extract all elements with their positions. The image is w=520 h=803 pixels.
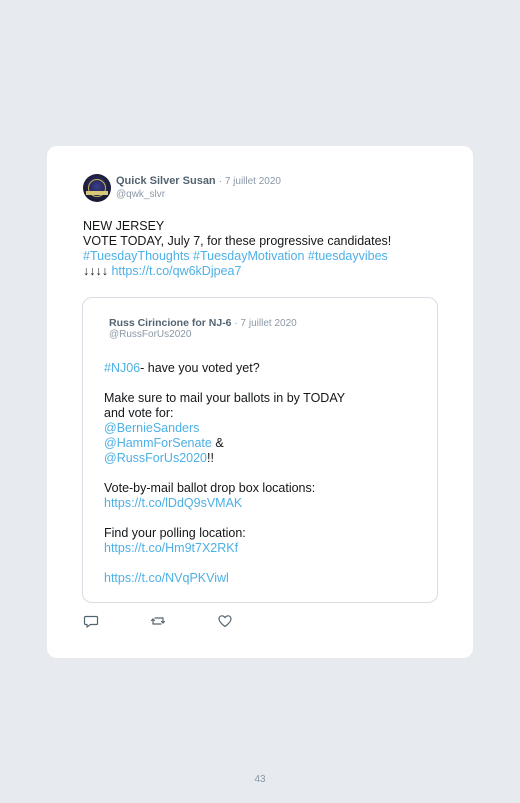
tweet-card: Quick Silver Susan · 7 juillet 2020 @qwk… bbox=[47, 146, 473, 658]
exclamation: !! bbox=[207, 451, 214, 465]
quoted-author-name[interactable]: Russ Cirincione for NJ-6 · 7 juillet 202… bbox=[109, 317, 297, 329]
tweet-text: NEW JERSEY VOTE TODAY, July 7, for these… bbox=[83, 219, 443, 279]
author-name[interactable]: Quick Silver Susan · 7 juillet 2020 bbox=[116, 175, 281, 187]
polling-label: Find your polling location: bbox=[104, 526, 246, 540]
ampersand: & bbox=[211, 436, 224, 450]
dropbox-label: Vote-by-mail ballot drop box locations: bbox=[104, 481, 316, 495]
mention-hamm[interactable]: @HammForSenate bbox=[104, 436, 212, 450]
mention-line-russ: @RussForUs2020!! bbox=[104, 451, 424, 466]
quoted-line-2: Make sure to mail your ballots in by TOD… bbox=[104, 391, 346, 405]
page-number: 43 bbox=[254, 774, 266, 785]
mention-russ[interactable]: @RussForUs2020 bbox=[104, 451, 207, 465]
dropbox-link[interactable]: https://t.co/lDdQ9sVMAK bbox=[104, 496, 424, 511]
quoted-author-name-text[interactable]: Russ Cirincione for NJ-6 bbox=[109, 317, 232, 329]
mention-bernie[interactable]: @BernieSanders bbox=[104, 421, 424, 436]
tweet-date: · 7 juillet 2020 bbox=[218, 176, 281, 187]
avatar-band bbox=[86, 191, 108, 195]
author-handle[interactable]: @qwk_slvr bbox=[116, 189, 165, 200]
author-name-text[interactable]: Quick Silver Susan bbox=[116, 175, 216, 187]
tweet-line-2: VOTE TODAY, July 7, for these progressiv… bbox=[83, 234, 392, 248]
avatar[interactable] bbox=[83, 174, 111, 202]
quoted-line-1-rest: - have you voted yet? bbox=[140, 361, 260, 375]
polling-link[interactable]: https://t.co/Hm9t7X2RKf bbox=[104, 541, 424, 556]
heart-icon[interactable] bbox=[217, 613, 233, 629]
reply-icon[interactable] bbox=[83, 613, 99, 629]
tweet-link-line: ↓↓↓↓ https://t.co/qw6kDjpea7 bbox=[83, 264, 443, 279]
quoted-line-1: #NJ06- have you voted yet? bbox=[104, 361, 424, 376]
quoted-line-3: and vote for: bbox=[104, 406, 174, 420]
last-link[interactable]: https://t.co/NVqPKViwl bbox=[104, 571, 424, 586]
quoted-date: · 7 juillet 2020 bbox=[234, 318, 297, 329]
mention-line-hamm: @HammForSenate & bbox=[104, 436, 424, 451]
tweet-link[interactable]: https://t.co/qw6kDjpea7 bbox=[111, 264, 241, 278]
quoted-hashtag[interactable]: #NJ06 bbox=[104, 361, 140, 375]
quoted-tweet[interactable]: Russ Cirincione for NJ-6 · 7 juillet 202… bbox=[82, 297, 438, 603]
tweet-line-1: NEW JERSEY bbox=[83, 219, 165, 233]
quoted-author-handle[interactable]: @RussForUs2020 bbox=[109, 329, 191, 340]
tweet-arrows: ↓↓↓↓ bbox=[83, 264, 108, 278]
tweet-hashtags[interactable]: #TuesdayThoughts #TuesdayMotivation #tue… bbox=[83, 249, 443, 264]
quoted-tweet-text: #NJ06- have you voted yet? Make sure to … bbox=[104, 361, 424, 586]
retweet-icon[interactable] bbox=[150, 613, 166, 629]
